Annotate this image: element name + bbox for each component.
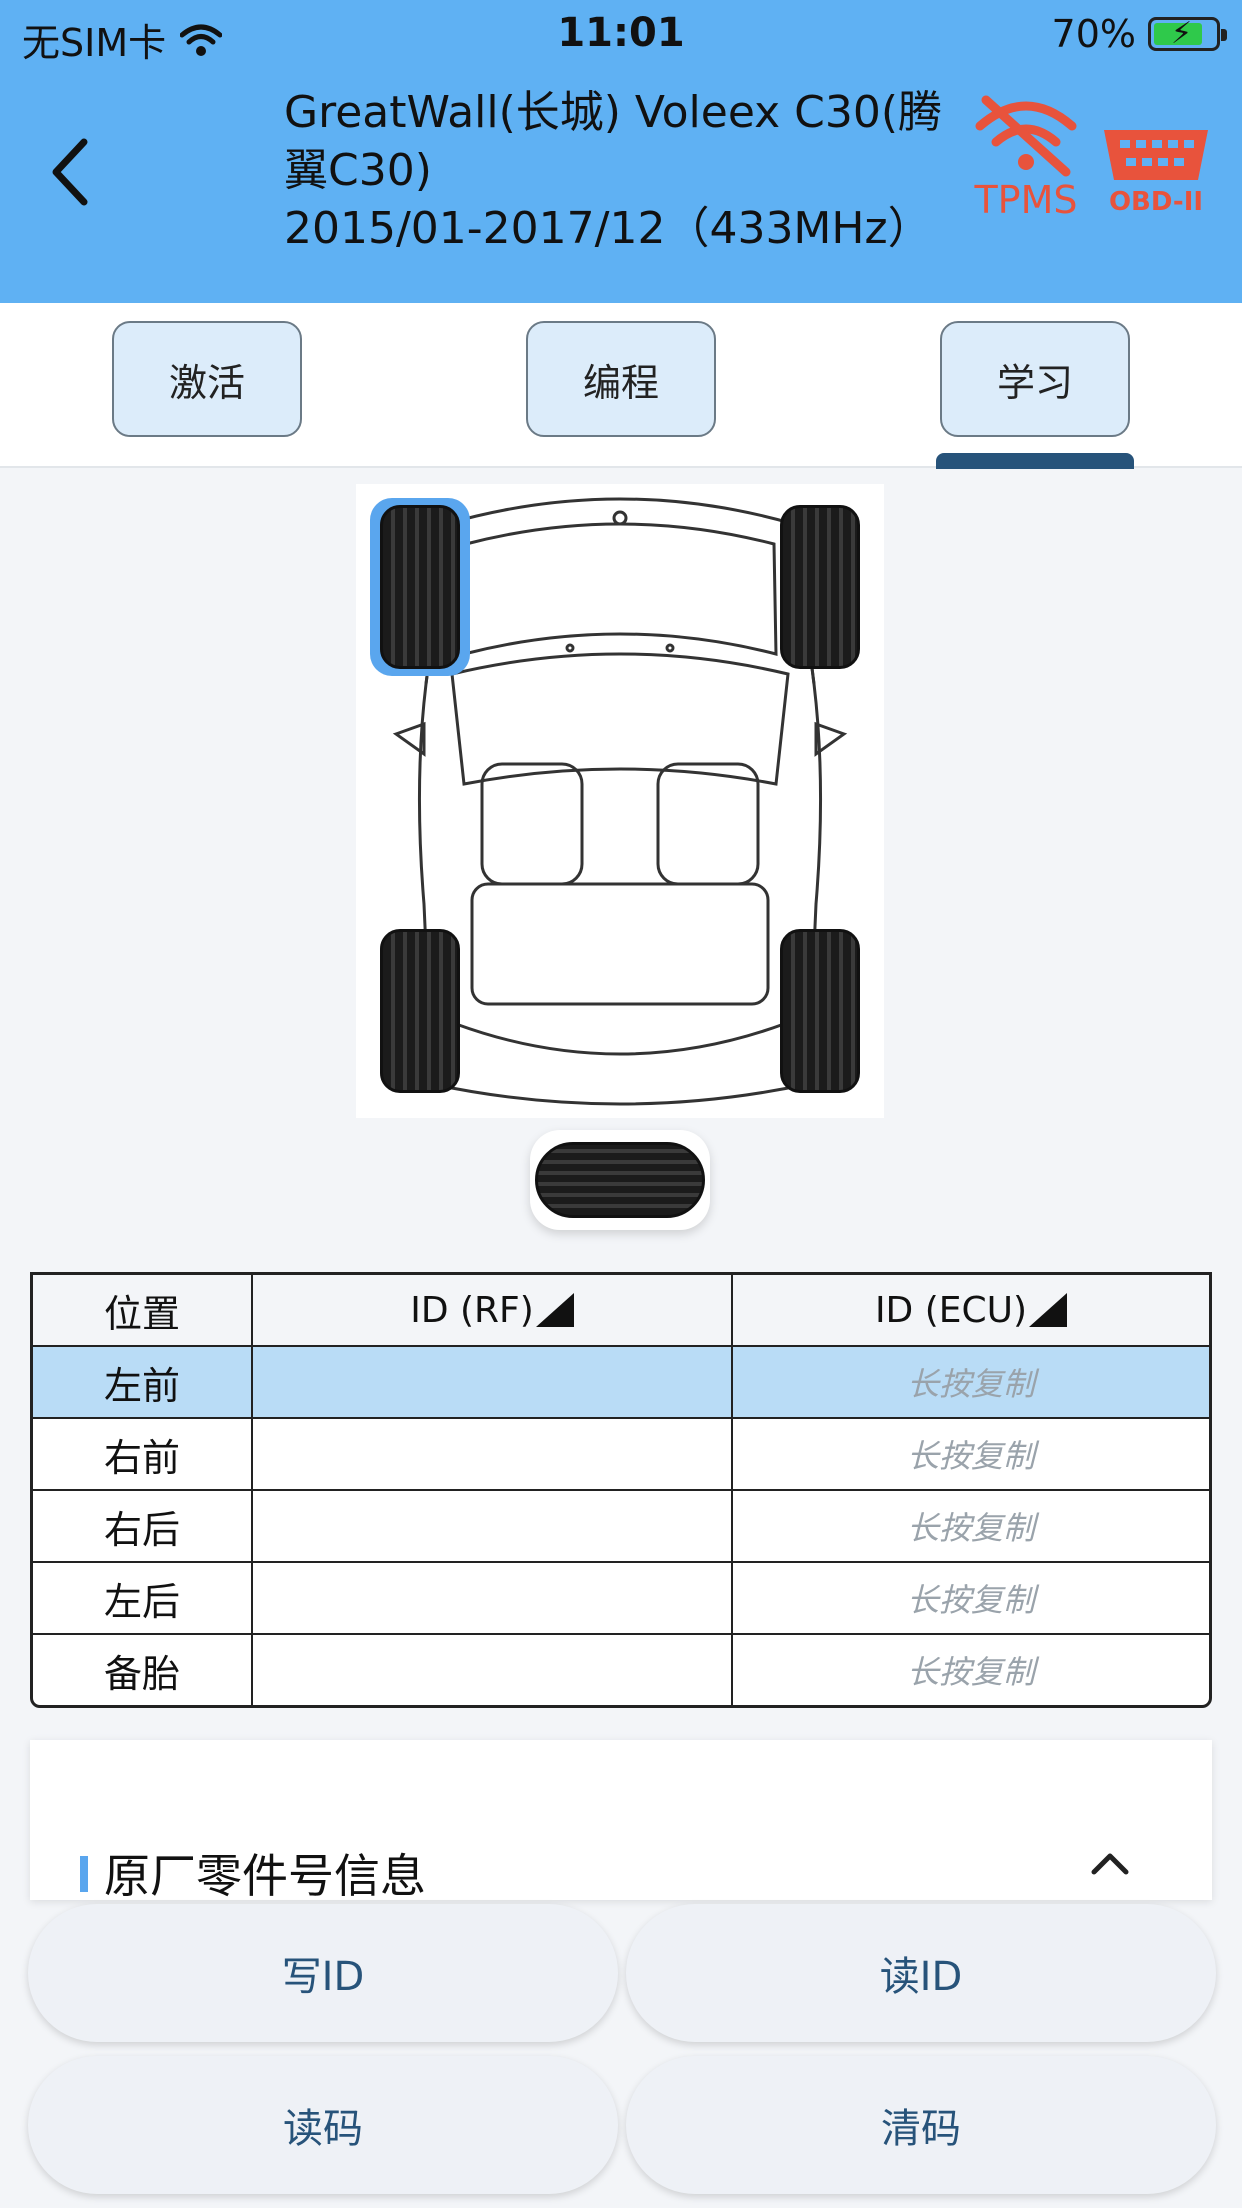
obd-status[interactable]: OBD-II bbox=[1098, 124, 1214, 214]
row-position: 左后 bbox=[33, 1563, 253, 1633]
row-id-rf[interactable] bbox=[253, 1635, 733, 1705]
table-row[interactable]: 左后 长按复制 bbox=[33, 1561, 1209, 1633]
tab-learn[interactable]: 学习 bbox=[940, 321, 1130, 437]
tire-icon bbox=[780, 505, 860, 669]
write-id-button[interactable]: 写ID bbox=[28, 1904, 618, 2042]
vehicle-title-line1: GreatWall(长城) Voleex C30(腾 bbox=[284, 87, 943, 138]
wheel-rear-right[interactable] bbox=[770, 922, 870, 1100]
oem-part-info-card[interactable]: 原厂零件号信息 bbox=[30, 1740, 1212, 1903]
wheel-front-right[interactable] bbox=[770, 498, 870, 676]
tab-program[interactable]: 编程 bbox=[526, 321, 716, 437]
clear-code-button[interactable]: 清码 bbox=[626, 2056, 1216, 2194]
tpms-label: TPMS bbox=[974, 178, 1078, 222]
row-id-rf[interactable] bbox=[253, 1563, 733, 1633]
row-id-ecu[interactable]: 长按复制 bbox=[733, 1491, 1209, 1561]
sort-triangle-icon bbox=[1029, 1293, 1068, 1327]
row-position: 备胎 bbox=[33, 1635, 253, 1705]
spare-tire-icon bbox=[535, 1142, 705, 1218]
row-id-ecu[interactable]: 长按复制 bbox=[733, 1635, 1209, 1705]
sort-triangle-icon bbox=[535, 1293, 574, 1327]
active-tab-indicator bbox=[936, 453, 1134, 469]
battery-status: 70% ⚡ bbox=[1051, 12, 1227, 56]
vehicle-title: GreatWall(长城) Voleex C30(腾 翼C30) 2015/01… bbox=[284, 84, 964, 258]
header-id-ecu[interactable]: ID (ECU) bbox=[733, 1275, 1209, 1345]
header-id-rf-label: ID (RF) bbox=[410, 1289, 534, 1331]
battery-percent: 70% bbox=[1051, 12, 1136, 56]
table-row[interactable]: 右前 长按复制 bbox=[33, 1417, 1209, 1489]
table-row[interactable]: 右后 长按复制 bbox=[33, 1489, 1209, 1561]
wheel-rear-left[interactable] bbox=[370, 922, 470, 1100]
section-accent-bar bbox=[80, 1856, 88, 1892]
tire-icon bbox=[380, 929, 460, 1093]
header-id-ecu-label: ID (ECU) bbox=[874, 1289, 1028, 1331]
read-code-button[interactable]: 读码 bbox=[28, 2056, 618, 2194]
row-position: 右前 bbox=[33, 1419, 253, 1489]
wheel-front-left[interactable] bbox=[370, 498, 470, 676]
header-id-rf[interactable]: ID (RF) bbox=[253, 1275, 733, 1345]
table-header: 位置 ID (RF) ID (ECU) bbox=[33, 1275, 1209, 1345]
sensor-id-table: 位置 ID (RF) ID (ECU) 左前 长按复制 右前 长按复制 右后 长… bbox=[30, 1272, 1212, 1708]
row-id-rf[interactable] bbox=[253, 1491, 733, 1561]
row-position: 左前 bbox=[33, 1347, 253, 1417]
read-id-button[interactable]: 读ID bbox=[626, 1904, 1216, 2042]
tpms-status[interactable]: TPMS bbox=[966, 92, 1086, 222]
battery-icon: ⚡ bbox=[1148, 16, 1227, 51]
wheel-spare[interactable] bbox=[530, 1130, 710, 1230]
row-position: 右后 bbox=[33, 1491, 253, 1561]
wifi-off-icon bbox=[975, 95, 1077, 177]
oem-part-info-title: 原厂零件号信息 bbox=[104, 1849, 426, 1903]
table-row[interactable]: 备胎 长按复制 bbox=[33, 1633, 1209, 1705]
back-arrow-icon[interactable] bbox=[44, 132, 104, 212]
row-id-ecu[interactable]: 长按复制 bbox=[733, 1563, 1209, 1633]
chevron-up-icon[interactable] bbox=[1090, 1848, 1130, 1878]
row-id-rf[interactable] bbox=[253, 1419, 733, 1489]
vehicle-title-line2: 翼C30) bbox=[284, 145, 432, 196]
status-bar: 无SIM卡 11:01 70% ⚡ bbox=[0, 0, 1242, 70]
obd-connector-icon: OBD-II bbox=[1104, 130, 1208, 214]
row-id-ecu[interactable]: 长按复制 bbox=[733, 1347, 1209, 1417]
mode-tabs: 激活 编程 学习 bbox=[0, 303, 1242, 469]
tire-icon bbox=[380, 505, 460, 669]
app-header: 无SIM卡 11:01 70% ⚡ GreatWall(长城) Voleex C… bbox=[0, 0, 1242, 303]
tab-activate[interactable]: 激活 bbox=[112, 321, 302, 437]
header-position: 位置 bbox=[33, 1275, 253, 1345]
obd-label: OBD-II bbox=[1109, 187, 1203, 214]
row-id-rf[interactable] bbox=[253, 1347, 733, 1417]
row-id-ecu[interactable]: 长按复制 bbox=[733, 1419, 1209, 1489]
tire-icon bbox=[780, 929, 860, 1093]
vehicle-diagram bbox=[356, 484, 884, 1118]
vehicle-title-line3: 2015/01-2017/12（433MHz） bbox=[284, 203, 932, 254]
table-row[interactable]: 左前 长按复制 bbox=[33, 1345, 1209, 1417]
